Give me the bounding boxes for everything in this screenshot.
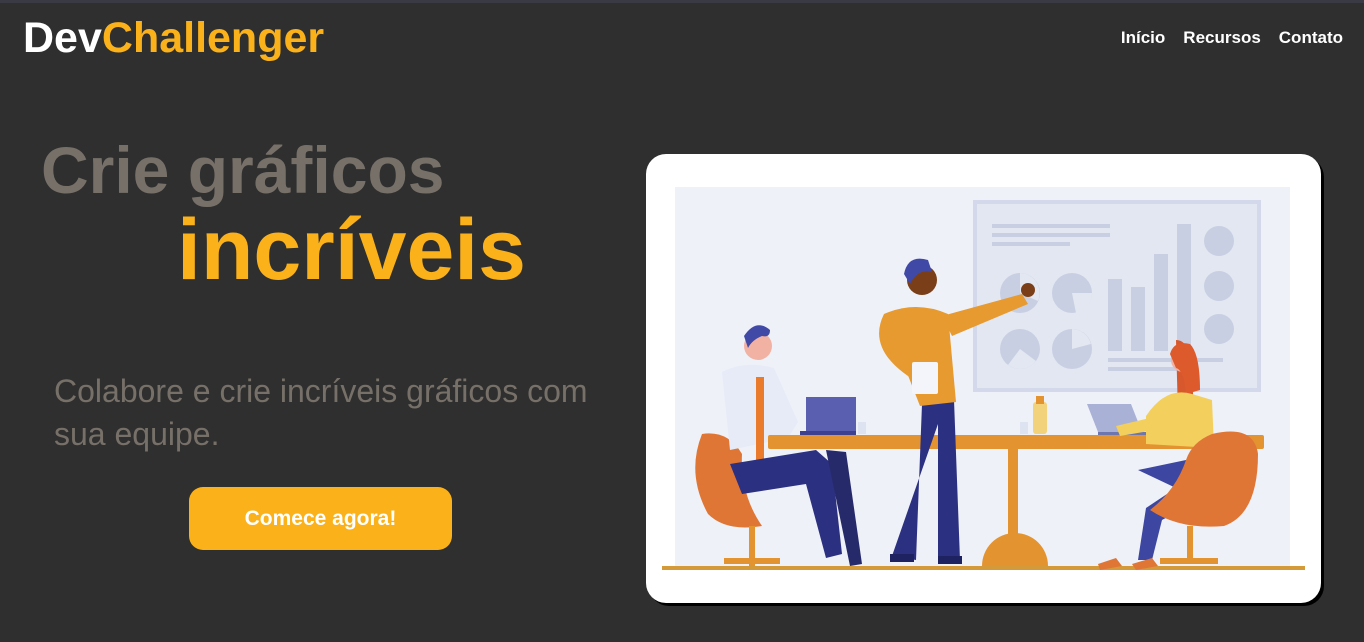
logo[interactable]: DevChallenger [23,14,324,63]
hero-title-line2: incríveis [177,202,526,298]
get-started-button[interactable]: Comece agora! [189,487,452,550]
small-pies [1204,226,1234,344]
floor [662,566,1305,570]
logo-prefix: Dev [23,14,102,62]
hero-title-line1: Crie gráficos [41,133,445,207]
logo-suffix: Challenger [101,14,325,62]
laptop-left [800,397,856,435]
nav-link-contato[interactable]: Contato [1279,28,1343,48]
nav-link-inicio[interactable]: Início [1121,28,1165,48]
window-top-border [0,0,1364,3]
nav-link-recursos[interactable]: Recursos [1183,28,1260,48]
main-nav: Início Recursos Contato [1121,28,1343,48]
team-meeting-illustration [662,187,1305,570]
illustration-card [646,154,1321,603]
hero-subtitle: Colabore e crie incríveis gráficos com s… [54,373,588,452]
